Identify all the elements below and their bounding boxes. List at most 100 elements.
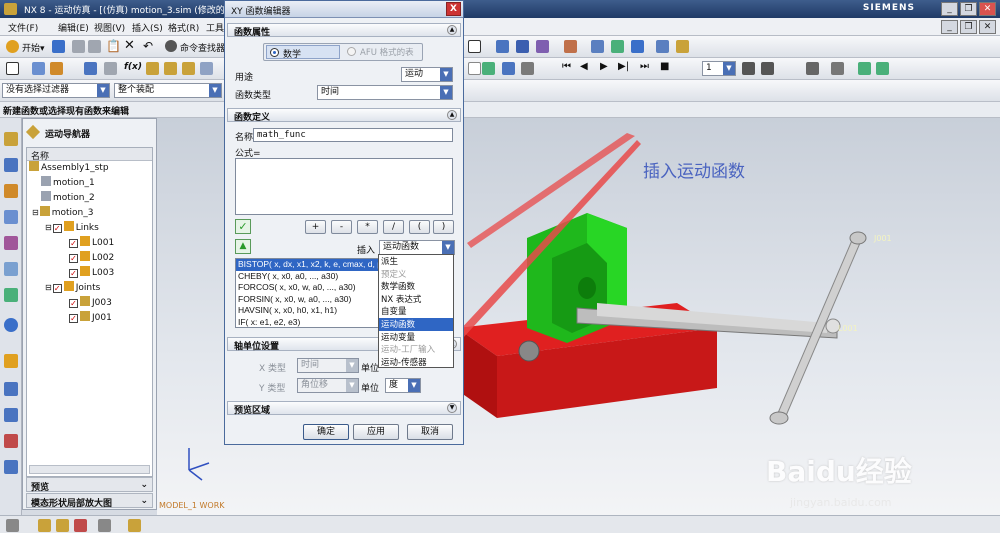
solve-icon[interactable]	[502, 62, 515, 75]
function-name-input[interactable]: math_func	[253, 128, 453, 142]
x-type-select[interactable]: 时间 ▼	[297, 358, 359, 373]
menu-item-derived[interactable]: 派生	[379, 255, 453, 268]
operator-multiply-button[interactable]: *	[357, 220, 378, 234]
intersection-icon[interactable]	[128, 519, 141, 532]
visibility-checkbox[interactable]: ✓	[69, 314, 78, 323]
insert-up-arrow-icon[interactable]: ▲	[235, 239, 251, 254]
roles-tab-icon[interactable]	[4, 408, 18, 422]
frame-select[interactable]: 1 ▼	[702, 61, 736, 76]
motion-icon[interactable]	[516, 40, 529, 53]
prev-icon[interactable]	[858, 62, 871, 75]
operator-plus-button[interactable]: +	[305, 220, 326, 234]
palette-tab-icon[interactable]	[4, 434, 18, 448]
environment-icon[interactable]	[104, 62, 117, 75]
point-icon[interactable]	[38, 519, 51, 532]
next-icon[interactable]	[876, 62, 889, 75]
menu-view[interactable]: 视图(V)	[94, 21, 125, 34]
menu-file[interactable]: 文件(F)	[8, 21, 38, 34]
doc-close-button[interactable]: ✕	[979, 20, 996, 34]
preview-section[interactable]: 预览 ⌄	[26, 477, 153, 493]
snap-icon[interactable]	[6, 519, 19, 532]
link-icon[interactable]	[676, 40, 689, 53]
function-list-item[interactable]: CHEBY( x, x0, a0, ..., a30)	[236, 271, 379, 283]
tree-item-motion-3[interactable]: ⊟ motion_3	[32, 206, 93, 220]
radio-math[interactable]: 数学	[266, 45, 340, 60]
link-tool-icon[interactable]	[146, 62, 159, 75]
endpoint-icon[interactable]	[56, 519, 69, 532]
new-icon[interactable]	[6, 62, 19, 75]
stop-icon[interactable]: ■	[660, 61, 669, 72]
close-icon[interactable]: X	[446, 2, 461, 16]
tree-item-motion-1[interactable]: motion_1	[41, 176, 95, 190]
function-list-item[interactable]: IF( x: e1, e2, e3)	[236, 317, 379, 328]
formula-textarea[interactable]	[235, 158, 453, 215]
tree-item-joints[interactable]: ⊟ ✓ Joints	[45, 281, 100, 295]
cut-icon[interactable]	[72, 40, 85, 53]
marker-icon[interactable]	[611, 40, 624, 53]
radio-afu-table[interactable]: AFU 格式的表	[344, 45, 420, 59]
doc-minimize-button[interactable]: _	[941, 20, 958, 34]
apply-button[interactable]: 应用	[353, 424, 399, 440]
hd3d-tab-icon[interactable]	[4, 236, 18, 250]
tree-item-l003[interactable]: ✓ L003	[69, 266, 114, 280]
rate-icon[interactable]	[742, 62, 755, 75]
operator-minus-button[interactable]: -	[331, 220, 352, 234]
usage-select[interactable]: 运动 ▼	[401, 67, 453, 82]
results-icon[interactable]	[521, 62, 534, 75]
delete-icon[interactable]: ✕	[124, 38, 135, 53]
view-orient-icon[interactable]	[496, 40, 509, 53]
menu-item-motion-sensor[interactable]: 运动-传感器	[379, 356, 453, 369]
menu-item-independent-variable[interactable]: 自变量	[379, 305, 453, 318]
step-back-icon[interactable]: ◀	[580, 61, 588, 72]
tree-item-assembly[interactable]: Assembly1_stp	[29, 161, 109, 175]
insert-category-select[interactable]: 运动函数 ▼	[379, 240, 455, 255]
system-scenes-tab-icon[interactable]	[4, 460, 18, 474]
menu-item-motion-factory-input[interactable]: 运动-工厂输入	[379, 343, 453, 356]
end-icon[interactable]: ⏭	[640, 61, 649, 72]
joint-tool-icon[interactable]	[164, 62, 177, 75]
paste-icon[interactable]: 📋	[106, 39, 121, 53]
operator-close-paren-button[interactable]: )	[433, 220, 454, 234]
doc-restore-button[interactable]: ❐	[960, 20, 977, 34]
menu-insert[interactable]: 插入(S)	[132, 21, 163, 34]
assembly-navigator-tab-icon[interactable]	[4, 158, 18, 172]
tree-item-j001[interactable]: ✓ J001	[69, 311, 112, 325]
menu-item-predefined[interactable]: 预定义	[379, 268, 453, 281]
play-icon[interactable]: ▶	[600, 61, 608, 72]
menu-tools[interactable]: 工具	[206, 21, 224, 34]
assembly-scope-select[interactable]: 整个装配 ▼	[114, 83, 222, 98]
function-list-item[interactable]: FORSIN( x, x0, w, a0, ..., a30)	[236, 294, 379, 306]
visibility-checkbox[interactable]: ✓	[52, 284, 62, 293]
tree-horizontal-scrollbar[interactable]	[29, 465, 150, 474]
cancel-button[interactable]: 取消	[407, 424, 453, 440]
command-finder-button[interactable]: 命令查找器	[180, 41, 225, 54]
section-preview-area[interactable]: 预览区域 ▼	[227, 401, 461, 416]
section-function-properties[interactable]: 函数属性 ▲	[227, 23, 461, 38]
run-icon[interactable]	[482, 62, 495, 75]
spring-tool-icon[interactable]	[182, 62, 195, 75]
step-forward-icon[interactable]: ▶|	[618, 61, 629, 72]
restore-button[interactable]: ❐	[960, 2, 977, 16]
manufacturing-tab-icon[interactable]	[4, 382, 18, 396]
save-icon[interactable]	[52, 40, 65, 53]
ok-button[interactable]: 确定	[303, 424, 349, 440]
tree-item-motion-2[interactable]: motion_2	[41, 191, 95, 205]
tree-item-l002[interactable]: ✓ L002	[69, 251, 114, 265]
connector-tool-icon[interactable]	[200, 62, 213, 75]
sensor-icon[interactable]	[631, 40, 644, 53]
y-unit-select[interactable]: 度 ▼	[385, 378, 421, 393]
function-icon[interactable]: f(x)	[124, 62, 142, 72]
function-list-item[interactable]: FORCOS( x, x0, w, a0, ..., a30)	[236, 282, 379, 294]
menu-format[interactable]: 格式(R)	[168, 21, 199, 34]
graph-icon[interactable]	[564, 40, 577, 53]
filter-icon[interactable]	[468, 62, 481, 75]
visibility-checkbox[interactable]: ✓	[69, 254, 78, 263]
system-materials-tab-icon[interactable]	[4, 318, 18, 332]
frame-icon[interactable]	[761, 62, 774, 75]
menu-edit[interactable]: 编辑(E)	[58, 21, 89, 34]
minimize-button[interactable]: _	[941, 2, 958, 16]
history-tab-icon[interactable]	[4, 288, 18, 302]
quadrant-icon[interactable]	[98, 519, 111, 532]
menu-item-nx-expression[interactable]: NX 表达式	[379, 293, 453, 306]
start-button[interactable]: 开始▾	[22, 41, 45, 54]
